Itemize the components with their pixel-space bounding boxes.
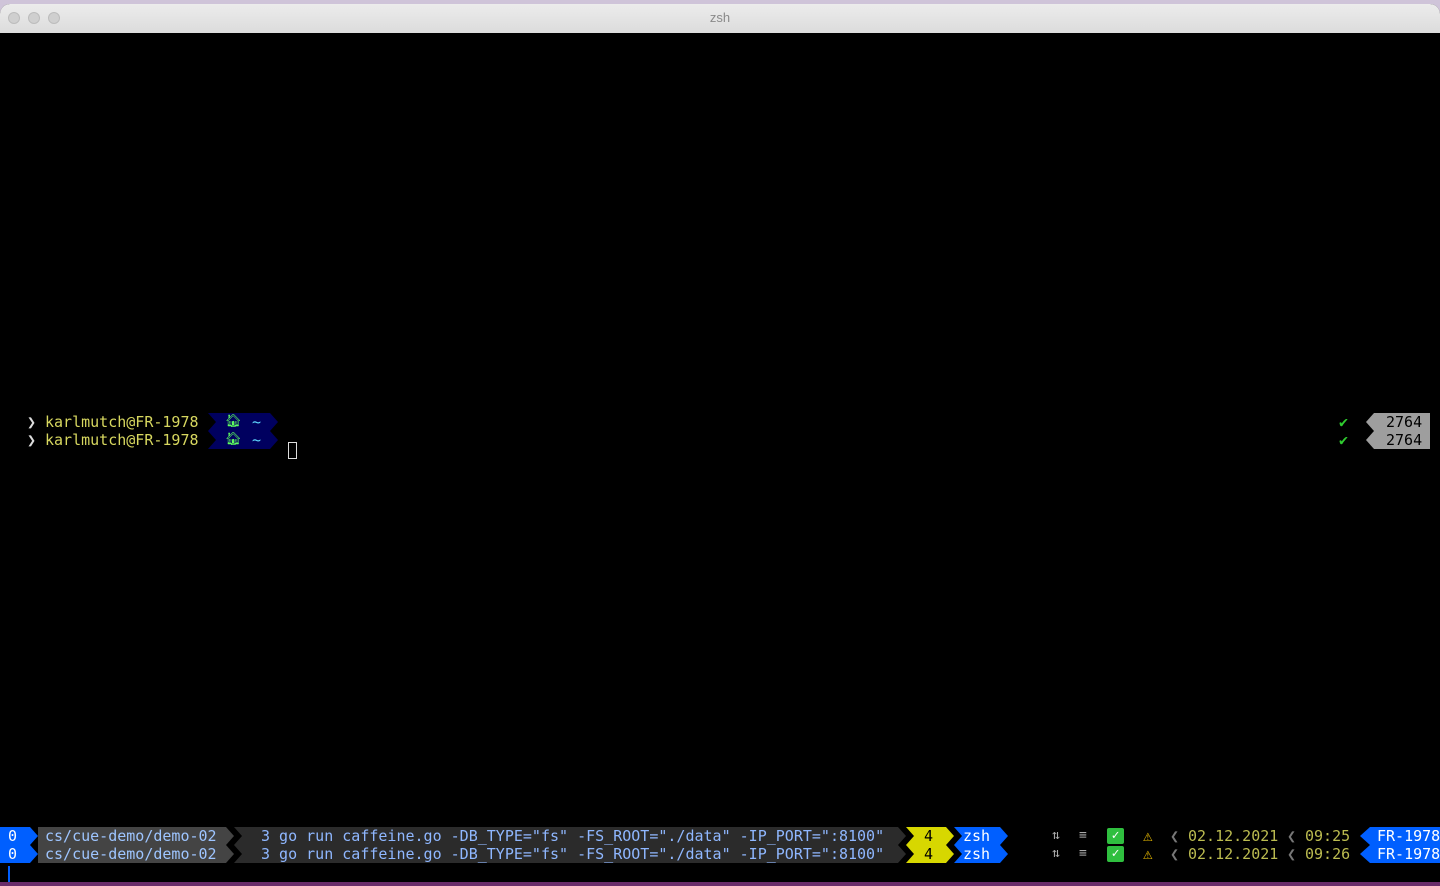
- sync-icon: ⇅: [1052, 846, 1060, 861]
- warning-icon: ⚠: [1143, 844, 1153, 863]
- text-cursor[interactable]: [288, 442, 297, 459]
- current-dir: ~: [252, 413, 262, 431]
- window-command[interactable]: 3 go run caffeine.go -DB_TYPE="fs" -FS_R…: [234, 827, 906, 845]
- status-host: FR-1978: [1360, 827, 1440, 845]
- window-name[interactable]: zsh: [954, 845, 1008, 863]
- user-host: karlmutch@FR-1978: [45, 413, 199, 431]
- status-date: 02.12.2021: [1188, 827, 1279, 845]
- window-command[interactable]: 3 go run caffeine.go -DB_TYPE="fs" -FS_R…: [234, 845, 906, 863]
- prompt-line: ❯ karlmutch@FR-1978 🏠︎ ~ ✔ 2764: [0, 431, 1440, 449]
- terminal-area[interactable]: ❯ karlmutch@FR-1978 🏠︎ ~ ✔ 2764 ❯ karlmu…: [0, 33, 1440, 886]
- session-path: cs/cue-demo/demo-02: [38, 827, 234, 845]
- session-index[interactable]: 0: [0, 827, 38, 845]
- window-title: zsh: [709, 10, 731, 25]
- window-bottom-edge: [0, 882, 1440, 886]
- terminal-window: zsh ❯ karlmutch@FR-1978 🏠︎ ~ ✔ 2764 ❯ ka…: [0, 4, 1440, 886]
- status-time: 09:26: [1305, 845, 1351, 863]
- dir-segment: [208, 431, 278, 449]
- check-icon: ✔: [1339, 413, 1349, 431]
- status-host: FR-1978: [1360, 845, 1440, 863]
- current-dir: ~: [252, 431, 262, 449]
- status-date: 02.12.2021: [1188, 845, 1279, 863]
- tmux-status-line: 0 cs/cue-demo/demo-02 3 go run caffeine.…: [0, 845, 1440, 863]
- dir-segment: [208, 413, 278, 431]
- chevron-left-icon: ❮: [1287, 845, 1297, 863]
- prompt-line: ❯ karlmutch@FR-1978 🏠︎ ~ ✔ 2764: [0, 413, 1440, 431]
- session-index[interactable]: 0: [0, 845, 38, 863]
- check-box-icon: ✓: [1107, 846, 1124, 862]
- title-bar: zsh: [0, 4, 1440, 34]
- chevron-right-icon: ❯: [27, 413, 37, 431]
- session-path: cs/cue-demo/demo-02: [38, 845, 234, 863]
- chevron-right-icon: ❯: [27, 431, 37, 449]
- window-number[interactable]: 4: [906, 827, 954, 845]
- menu-icon: ≡: [1079, 846, 1087, 861]
- tmux-status-line: 0 cs/cue-demo/demo-02 3 go run caffeine.…: [0, 827, 1440, 845]
- window-number[interactable]: 4: [906, 845, 954, 863]
- window-name[interactable]: zsh: [954, 827, 1008, 845]
- menu-icon: ≡: [1079, 828, 1087, 843]
- chevron-left-icon: ❮: [1287, 827, 1297, 845]
- check-icon: ✔: [1339, 431, 1349, 449]
- input-caret: [8, 866, 10, 883]
- status-time: 09:25: [1305, 827, 1351, 845]
- pid-value: 2764: [1386, 431, 1423, 449]
- home-icon: 🏠︎: [225, 414, 242, 429]
- pid-value: 2764: [1386, 413, 1423, 431]
- user-host: karlmutch@FR-1978: [45, 431, 199, 449]
- check-box-icon: ✓: [1107, 828, 1124, 844]
- chevron-left-icon: ❮: [1170, 827, 1180, 845]
- home-icon: 🏠︎: [225, 432, 242, 447]
- warning-icon: ⚠: [1143, 826, 1153, 845]
- chevron-left-icon: ❮: [1170, 845, 1180, 863]
- sync-icon: ⇅: [1052, 828, 1060, 843]
